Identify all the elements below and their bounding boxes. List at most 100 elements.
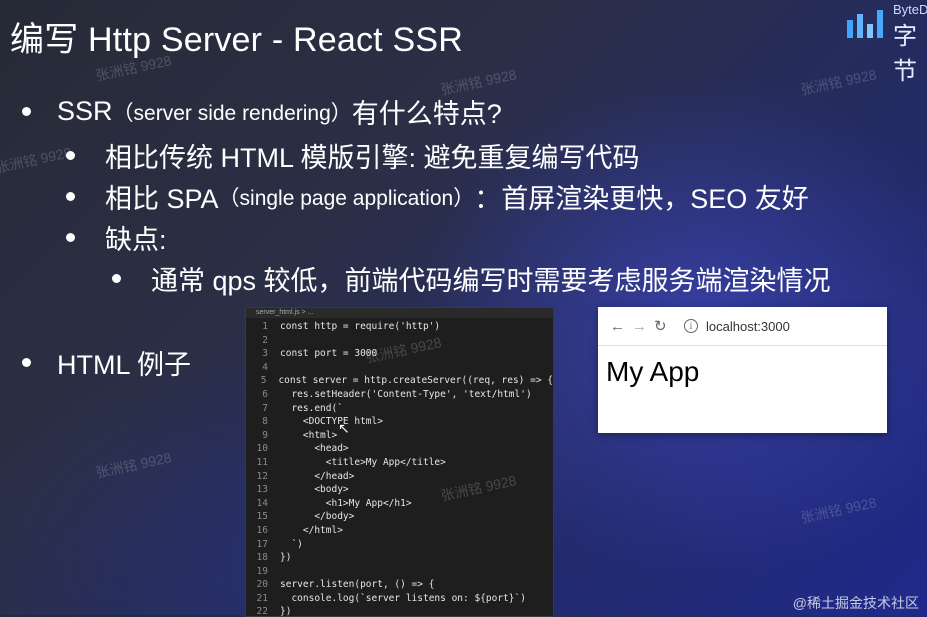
- code-text: const server = http.createServer((req, r…: [278, 375, 553, 387]
- code-line: 18}): [246, 551, 553, 565]
- line-number: 11: [256, 456, 268, 468]
- line-number: 10: [256, 443, 268, 455]
- bullet-sub2-text-b: ：首屏渲染更快，SEO 友好: [474, 184, 809, 214]
- bullet-ssr: SSR （server side rendering） 有什么特点?: [22, 92, 502, 131]
- code-line: 15 </body>: [246, 510, 553, 524]
- arrow-left-icon[interactable]: ←: [610, 318, 632, 335]
- mouse-cursor-icon: ↖: [338, 420, 350, 436]
- logo-text-cn: 字节: [893, 23, 917, 85]
- line-number: 5: [260, 375, 267, 387]
- line-number: 16: [256, 524, 268, 536]
- slide-title: 编写 Http Server - React SSR: [10, 21, 463, 59]
- browser-toolbar: ← → ↻ i localhost:3000: [598, 307, 887, 345]
- code-text: const http = require('http'): [280, 321, 441, 332]
- code-text: server.listen(port, () => {: [280, 579, 435, 591]
- bullet-dot: [66, 233, 75, 242]
- code-text: <html>: [280, 429, 338, 441]
- line-number: 4: [262, 361, 268, 373]
- bullet-ssr-paren: （server side rendering）: [112, 101, 352, 125]
- code-line: 19: [246, 565, 553, 579]
- code-text: }): [280, 606, 292, 617]
- code-line: 17 `): [246, 538, 553, 552]
- code-text: res.setHeader('Content-Type', 'text/html…: [280, 388, 532, 400]
- code-line: 9 <html>: [246, 429, 553, 443]
- line-number: 1: [262, 321, 268, 332]
- code-line: 11 <title>My App</title>: [246, 456, 553, 470]
- bullet-dot: [66, 192, 75, 201]
- code-line: 7 res.end(`: [246, 402, 553, 416]
- info-icon[interactable]: i: [684, 319, 698, 333]
- code-text: <h1>My App</h1>: [280, 497, 412, 509]
- bullet-sub1: 相比传统 HTML 模版引擎: 避免重复编写代码: [66, 136, 640, 175]
- line-number: 13: [256, 484, 268, 496]
- line-number: 9: [262, 429, 268, 441]
- line-number: 14: [256, 497, 268, 509]
- line-number: 6: [262, 388, 268, 400]
- bullet-sub3: 缺点:: [66, 218, 167, 257]
- code-line: 6 res.setHeader('Content-Type', 'text/ht…: [246, 388, 553, 402]
- code-line: 21 console.log(`server listens on: ${por…: [246, 592, 553, 606]
- line-number: 2: [262, 334, 268, 346]
- code-line: 20 server.listen(port, () => {: [246, 578, 553, 592]
- line-number: 12: [256, 470, 268, 482]
- line-number: 8: [262, 416, 268, 428]
- bullet-sub3-1-text: 通常 qps 较低，前端代码编写时需要考虑服务端渲染情况: [151, 266, 831, 296]
- code-text: </body>: [280, 511, 355, 523]
- line-number: 22: [256, 606, 268, 617]
- bullet-ssr-rest: 有什么特点?: [351, 99, 502, 129]
- code-text: res.end(`: [280, 402, 343, 414]
- arrow-right-icon[interactable]: →: [632, 318, 654, 335]
- code-line: 14 <h1>My App</h1>: [246, 497, 553, 511]
- code-text: <title>My App</title>: [280, 456, 446, 468]
- code-text: </html>: [280, 524, 343, 536]
- code-file-tab[interactable]: server_html.js > ...: [246, 308, 553, 318]
- code-line: 4: [246, 361, 553, 375]
- bullet-dot: [22, 107, 31, 116]
- code-line: 16 </html>: [246, 524, 553, 538]
- bullet-html-example-text: HTML 例子: [57, 350, 191, 380]
- bullet-sub2-paren: （single page application）: [218, 186, 475, 210]
- bullet-sub2-text-a: 相比 SPA: [105, 184, 219, 214]
- code-line: 10 <head>: [246, 442, 553, 456]
- bullet-sub2: 相比 SPA （single page application） ：首屏渲染更快…: [66, 177, 809, 216]
- line-number: 18: [256, 552, 268, 564]
- line-number: 20: [256, 579, 268, 591]
- line-number: 21: [256, 592, 268, 604]
- bullet-sub1-text: 相比传统 HTML 模版引擎: 避免重复编写代码: [105, 143, 640, 173]
- line-number: 7: [262, 402, 268, 414]
- code-text: `): [280, 538, 303, 550]
- bullet-sub3-text: 缺点:: [105, 225, 167, 255]
- url-text: localhost:3000: [706, 318, 790, 334]
- line-number: 15: [256, 511, 268, 523]
- code-text: </head>: [280, 470, 355, 482]
- footer-watermark: @稀土掘金技术社区: [792, 595, 919, 611]
- reload-icon[interactable]: ↻: [654, 317, 676, 335]
- watermark: 张洲铭 9928: [94, 449, 173, 481]
- bullet-dot: [112, 274, 121, 283]
- line-number: 3: [262, 348, 268, 360]
- address-bar[interactable]: i localhost:3000: [684, 319, 790, 334]
- watermark: 张洲铭 9928: [799, 66, 878, 98]
- code-text: <head>: [280, 443, 349, 455]
- code-text: console.log(`server listens on: ${port}`…: [280, 592, 526, 604]
- code-line: 8 <DOCTYPE html>: [246, 415, 553, 429]
- code-line: 5 const server = http.createServer((req, …: [246, 374, 553, 388]
- line-number: 17: [256, 538, 268, 550]
- code-lines: 1 const http = require('http') 2 3 const por…: [246, 318, 553, 617]
- logo-text: ByteD: [893, 2, 927, 17]
- code-line: 1 const http = require('http'): [246, 320, 553, 334]
- bullet-sub3-1: 通常 qps 较低，前端代码编写时需要考虑服务端渲染情况: [112, 259, 831, 298]
- code-text: const port = 3000: [280, 348, 378, 360]
- watermark: 张洲铭 9928: [0, 144, 73, 176]
- logo-bars-icon: [847, 10, 883, 38]
- bullet-dot: [22, 358, 31, 367]
- bullet-html-example: HTML 例子: [22, 343, 191, 382]
- code-text: <DOCTYPE html>: [280, 416, 383, 428]
- code-line: 22}): [246, 605, 553, 617]
- bullet-ssr-text: SSR: [57, 96, 113, 126]
- code-text: }): [280, 552, 292, 564]
- line-number: 19: [256, 565, 268, 577]
- watermark: 张洲铭 9928: [799, 494, 878, 526]
- bytedance-logo: ByteD 字节: [847, 0, 927, 85]
- code-text: <body>: [280, 484, 349, 496]
